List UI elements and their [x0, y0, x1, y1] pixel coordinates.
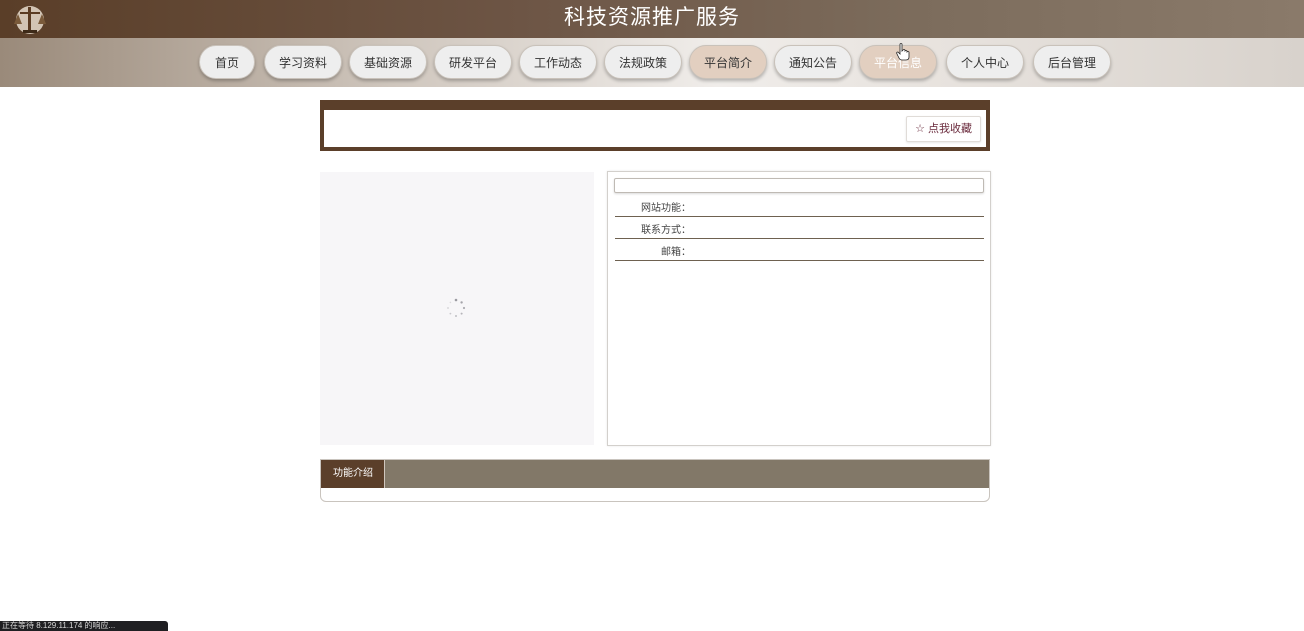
- info-row-function: 网站功能：: [615, 194, 984, 217]
- nav-item-study-materials[interactable]: 学习资料: [264, 45, 342, 79]
- info-label-function: 网站功能：: [641, 203, 691, 214]
- nav-item-regulations[interactable]: 法规政策: [604, 45, 682, 79]
- info-title: [614, 178, 984, 193]
- hand-cursor-icon: [896, 43, 910, 61]
- nav-item-rd-platform[interactable]: 研发平台: [434, 45, 512, 79]
- nav-item-basic-resources[interactable]: 基础资源: [349, 45, 427, 79]
- info-label-email: 邮箱：: [661, 247, 691, 258]
- nav-item-work-news[interactable]: 工作动态: [519, 45, 597, 79]
- platform-info-box: 网站功能： 联系方式： 邮箱：: [607, 171, 991, 446]
- site-title: 科技资源推广服务: [564, 6, 740, 29]
- nav-item-notices[interactable]: 通知公告: [774, 45, 852, 79]
- nav-item-platform-intro[interactable]: 平台简介: [689, 45, 767, 79]
- favorite-panel: ☆ 点我收藏: [320, 100, 990, 151]
- loading-spinner-icon: [447, 298, 466, 317]
- nav-item-admin[interactable]: 后台管理: [1033, 45, 1111, 79]
- browser-status-bar: 正在等待 8.129.11.174 的响应...: [0, 621, 168, 631]
- favorite-button[interactable]: ☆ 点我收藏: [906, 116, 981, 142]
- top-header-bar: 科技资源推广服务: [0, 0, 1304, 38]
- main-nav-bar: 首页 学习资料 基础资源 研发平台 工作动态 法规政策 平台简介 通知公告 平台…: [0, 38, 1304, 87]
- info-row-contact: 联系方式：: [615, 216, 984, 239]
- image-placeholder: [320, 172, 594, 445]
- tabs-header: 功能介绍: [321, 460, 989, 488]
- tab-feature-intro[interactable]: 功能介绍: [321, 460, 385, 488]
- nav-item-personal-center[interactable]: 个人中心: [946, 45, 1024, 79]
- nav-item-home[interactable]: 首页: [199, 45, 255, 79]
- info-row-email: 邮箱：: [615, 238, 984, 261]
- feature-tabs-panel: 功能介绍: [320, 459, 990, 502]
- info-label-contact: 联系方式：: [641, 225, 691, 236]
